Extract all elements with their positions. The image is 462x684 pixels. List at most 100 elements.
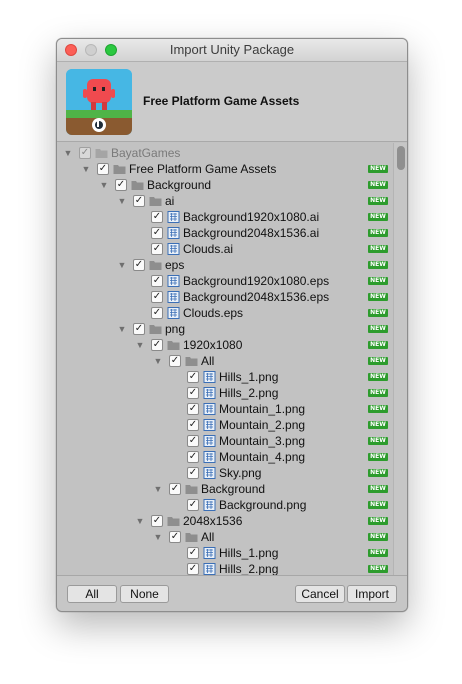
- footer-bar: All None Cancel Import: [57, 575, 407, 611]
- row-checkbox[interactable]: ✓: [151, 515, 163, 527]
- row-checkbox[interactable]: ✓: [133, 195, 145, 207]
- tree-file-row[interactable]: ✓ Mountain_2.png NEW: [57, 417, 393, 433]
- image-file-icon: [167, 291, 180, 303]
- tree-folder-row[interactable]: ▼ ✓ Free Platform Game Assets NEW: [57, 161, 393, 177]
- row-checkbox[interactable]: ✓: [187, 467, 199, 479]
- tree-folder-row[interactable]: ▼ ✓ Background NEW: [57, 481, 393, 497]
- tree-folder-row[interactable]: ▼ ✓ All NEW: [57, 353, 393, 369]
- row-checkbox[interactable]: ✓: [169, 355, 181, 367]
- tree-folder-row[interactable]: ▼ ✓ png NEW: [57, 321, 393, 337]
- row-checkbox[interactable]: ✓: [133, 323, 145, 335]
- disclosure-expanded-icon[interactable]: ▼: [117, 196, 127, 206]
- folder-icon: [167, 517, 180, 526]
- tree-folder-row[interactable]: ▼ ✓ ai NEW: [57, 193, 393, 209]
- new-badge: NEW: [368, 469, 388, 477]
- tree-folder-row[interactable]: ▼ ✓ BayatGames: [57, 145, 393, 161]
- tree-file-row[interactable]: ✓ Clouds.eps NEW: [57, 305, 393, 321]
- row-checkbox[interactable]: ✓: [187, 371, 199, 383]
- tree-file-row[interactable]: ✓ Clouds.ai NEW: [57, 241, 393, 257]
- scrollbar-thumb[interactable]: [397, 146, 405, 170]
- row-checkbox[interactable]: ✓: [151, 275, 163, 287]
- row-checkbox[interactable]: ✓: [151, 227, 163, 239]
- tree-file-row[interactable]: ✓ Mountain_3.png NEW: [57, 433, 393, 449]
- disclosure-expanded-icon[interactable]: ▼: [135, 516, 145, 526]
- new-badge: NEW: [368, 357, 388, 365]
- image-file-icon: [203, 435, 216, 447]
- row-label: BayatGames: [111, 146, 181, 160]
- image-file-icon: [203, 371, 216, 383]
- disclosure-expanded-icon[interactable]: ▼: [153, 484, 163, 494]
- row-checkbox[interactable]: ✓: [151, 307, 163, 319]
- tree-file-row[interactable]: ✓ Hills_1.png NEW: [57, 369, 393, 385]
- tree-file-row[interactable]: ✓ Mountain_4.png NEW: [57, 449, 393, 465]
- disclosure-expanded-icon[interactable]: ▼: [117, 324, 127, 334]
- row-checkbox[interactable]: ✓: [115, 179, 127, 191]
- image-file-icon: [203, 467, 216, 479]
- row-checkbox[interactable]: ✓: [97, 163, 109, 175]
- tree-scrollbar[interactable]: [393, 143, 407, 575]
- row-checkbox[interactable]: ✓: [187, 403, 199, 415]
- tree-file-row[interactable]: ✓ Background1920x1080.ai NEW: [57, 209, 393, 225]
- title-bar: Import Unity Package: [57, 39, 407, 62]
- new-badge: NEW: [368, 421, 388, 429]
- row-checkbox[interactable]: ✓: [187, 547, 199, 559]
- row-checkbox[interactable]: ✓: [187, 419, 199, 431]
- row-checkbox[interactable]: ✓: [151, 291, 163, 303]
- tree-file-row[interactable]: ✓ Sky.png NEW: [57, 465, 393, 481]
- folder-icon: [167, 341, 180, 350]
- tree-folder-row[interactable]: ▼ ✓ eps NEW: [57, 257, 393, 273]
- tree-file-row[interactable]: ✓ Background1920x1080.eps NEW: [57, 273, 393, 289]
- import-button[interactable]: Import: [347, 585, 397, 603]
- new-badge: NEW: [368, 277, 388, 285]
- tree-file-row[interactable]: ✓ Background2048x1536.eps NEW: [57, 289, 393, 305]
- row-checkbox[interactable]: ✓: [79, 147, 91, 159]
- row-checkbox[interactable]: ✓: [187, 435, 199, 447]
- disclosure-expanded-icon[interactable]: ▼: [135, 340, 145, 350]
- tree-folder-row[interactable]: ▼ ✓ All NEW: [57, 529, 393, 545]
- folder-icon: [149, 197, 162, 206]
- folder-icon: [95, 149, 108, 158]
- tree-folder-row[interactable]: ▼ ✓ Background NEW: [57, 177, 393, 193]
- row-checkbox[interactable]: ✓: [187, 563, 199, 575]
- new-badge: NEW: [368, 517, 388, 525]
- folder-icon: [113, 165, 126, 174]
- disclosure-expanded-icon[interactable]: ▼: [99, 180, 109, 190]
- disclosure-expanded-icon[interactable]: ▼: [153, 356, 163, 366]
- select-all-button[interactable]: All: [67, 585, 117, 603]
- disclosure-expanded-icon[interactable]: ▼: [117, 260, 127, 270]
- select-none-button[interactable]: None: [120, 585, 169, 603]
- tree-folder-row[interactable]: ▼ ✓ 2048x1536 NEW: [57, 513, 393, 529]
- tree-file-row[interactable]: ✓ Mountain_1.png NEW: [57, 401, 393, 417]
- disclosure-expanded-icon[interactable]: ▼: [63, 148, 73, 158]
- disclosure-expanded-icon[interactable]: ▼: [153, 532, 163, 542]
- folder-icon: [131, 181, 144, 190]
- tree-file-row[interactable]: ✓ Hills_1.png NEW: [57, 545, 393, 561]
- row-checkbox[interactable]: ✓: [169, 483, 181, 495]
- row-label: Background1920x1080.ai: [183, 210, 320, 224]
- row-checkbox[interactable]: ✓: [151, 211, 163, 223]
- tree-file-row[interactable]: ✓ Background.png NEW: [57, 497, 393, 513]
- window-title: Import Unity Package: [169, 42, 295, 57]
- row-checkbox[interactable]: ✓: [187, 451, 199, 463]
- new-badge: NEW: [368, 373, 388, 381]
- new-badge: NEW: [368, 437, 388, 445]
- disclosure-expanded-icon[interactable]: ▼: [81, 164, 91, 174]
- row-checkbox[interactable]: ✓: [187, 499, 199, 511]
- tree-file-row[interactable]: ✓ Hills_2.png NEW: [57, 561, 393, 575]
- new-badge: NEW: [368, 565, 388, 573]
- row-checkbox[interactable]: ✓: [151, 339, 163, 351]
- cancel-button[interactable]: Cancel: [295, 585, 345, 603]
- tree-file-row[interactable]: ✓ Background2048x1536.ai NEW: [57, 225, 393, 241]
- tree-file-row[interactable]: ✓ Hills_2.png NEW: [57, 385, 393, 401]
- image-file-icon: [203, 563, 216, 575]
- row-label: Hills_2.png: [219, 562, 279, 575]
- row-checkbox[interactable]: ✓: [133, 259, 145, 271]
- new-badge: NEW: [368, 405, 388, 413]
- row-label: Background: [147, 178, 212, 192]
- new-badge: NEW: [368, 261, 388, 269]
- row-checkbox[interactable]: ✓: [151, 243, 163, 255]
- row-checkbox[interactable]: ✓: [169, 531, 181, 543]
- tree-folder-row[interactable]: ▼ ✓ 1920x1080 NEW: [57, 337, 393, 353]
- row-checkbox[interactable]: ✓: [187, 387, 199, 399]
- new-badge: NEW: [368, 229, 388, 237]
